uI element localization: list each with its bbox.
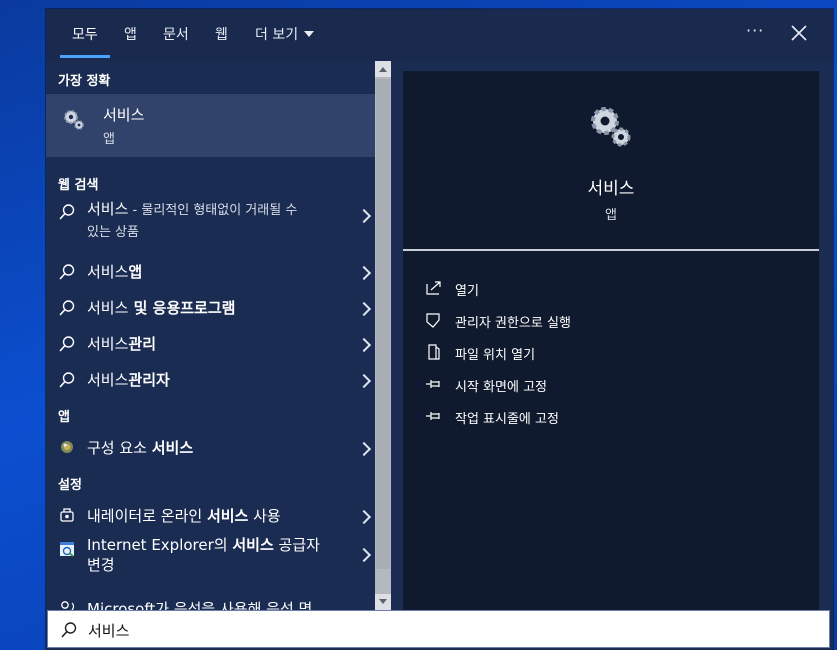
web-result-bold: 관리자 xyxy=(128,371,170,389)
web-result-item[interactable]: 서비스 - 물리적인 형태없이 거래될 수있는 상품 xyxy=(46,199,375,251)
search-input[interactable]: 서비스 xyxy=(88,620,129,641)
tab-more[interactable]: 더 보기 xyxy=(255,24,315,44)
best-match-item[interactable]: 서비스 앱 xyxy=(46,94,375,157)
shield-icon xyxy=(426,313,440,328)
web-result-text: 서비스관리 xyxy=(87,334,156,354)
preview-pane: 서비스 앱 열기 관리자 권한으로 실행 파일 위치 열기 시작 화면에 고정 … xyxy=(403,71,819,610)
chevron-right-icon[interactable] xyxy=(356,373,372,389)
action-label: 파일 위치 열기 xyxy=(455,348,536,363)
web-search-header: 웹 검색 xyxy=(58,178,99,193)
settings-result-post: 사용 xyxy=(248,507,281,525)
search-icon xyxy=(59,336,75,352)
search-icon xyxy=(59,264,75,280)
chevron-right-icon[interactable] xyxy=(356,265,372,281)
gears-icon xyxy=(591,107,631,147)
settings-result-pre: 내레이터로 온라인 xyxy=(87,507,207,525)
settings-result-text: Microsoft가 음성을 사용해 음성 명 xyxy=(87,599,312,610)
speech-icon xyxy=(61,601,75,610)
best-match-header: 가장 정확 xyxy=(58,74,111,89)
web-result-item[interactable]: 서비스앱 xyxy=(46,253,375,289)
preview-title: 서비스 xyxy=(587,179,635,199)
search-icon xyxy=(59,204,75,220)
settings-result-pre: Internet Explorer의 xyxy=(87,536,233,554)
pin-taskbar-icon xyxy=(426,412,440,420)
web-result-term: 서비스 xyxy=(87,200,129,218)
scroll-thumb[interactable] xyxy=(376,79,390,569)
web-result-text: 서비스 - 물리적인 형태없이 거래될 수있는 상품 xyxy=(87,199,297,243)
more-options-button[interactable]: ··· xyxy=(746,21,764,40)
apps-header: 앱 xyxy=(58,410,70,425)
web-result-text: 서비스앱 xyxy=(87,262,142,282)
web-result-text: 서비스관리자 xyxy=(87,370,170,390)
chevron-right-icon[interactable] xyxy=(356,301,372,317)
scroll-down-button[interactable] xyxy=(375,594,391,610)
web-result-suffix: - 물리적인 형태없이 거래될 수 xyxy=(128,203,298,218)
settings-result-item[interactable]: 내레이터로 온라인 서비스 사용 xyxy=(46,497,375,533)
app-result-bold: 서비스 xyxy=(151,439,194,457)
best-match-subtitle: 앱 xyxy=(103,132,115,147)
web-result-item[interactable]: 서비스 및 응용프로그램 xyxy=(46,289,375,325)
component-services-icon xyxy=(61,441,73,453)
close-icon[interactable] xyxy=(789,23,809,43)
web-result-bold: 앱 xyxy=(128,263,143,281)
search-icon xyxy=(61,622,77,638)
web-result-term: 서비스 xyxy=(87,263,129,281)
chevron-right-icon[interactable] xyxy=(356,547,372,563)
gears-icon xyxy=(64,110,84,130)
tab-web[interactable]: 웹 xyxy=(215,24,228,44)
app-result-item[interactable]: 구성 요소 서비스 xyxy=(46,429,375,465)
settings-result-bold: 서비스 xyxy=(232,536,274,554)
internet-options-icon xyxy=(60,542,74,557)
settings-result-post: 공급자 xyxy=(273,536,320,554)
web-result-term: 서비스 xyxy=(87,299,129,317)
best-match-title: 서비스 xyxy=(103,106,145,124)
chevron-right-icon[interactable] xyxy=(356,208,372,224)
action-label: 열기 xyxy=(455,284,479,299)
settings-result-item[interactable]: Internet Explorer의 서비스 공급자변경 xyxy=(46,535,375,579)
web-result-item[interactable]: 서비스관리자 xyxy=(46,361,375,397)
caret-down-icon xyxy=(304,31,315,37)
app-result-pre: 구성 요소 xyxy=(87,439,152,457)
narrator-icon xyxy=(60,508,74,522)
preview-divider xyxy=(403,249,819,251)
tab-apps[interactable]: 앱 xyxy=(124,24,137,44)
search-box[interactable]: 서비스 xyxy=(47,610,830,648)
search-icon xyxy=(59,372,75,388)
settings-result-item[interactable]: Microsoft가 음성을 사용해 음성 명 xyxy=(46,593,375,610)
results-list: 가장 정확 서비스 앱 웹 검색 서비스 - 물리적인 형태없이 거래될 수있는… xyxy=(46,61,375,610)
preview-subtitle: 앱 xyxy=(605,208,617,223)
web-result-term: 서비스 xyxy=(87,371,129,389)
chevron-right-icon[interactable] xyxy=(356,337,372,353)
action-label: 작업 표시줄에 고정 xyxy=(455,412,559,427)
web-result-item[interactable]: 서비스관리 xyxy=(46,325,375,361)
top-bar: 모두 앱 문서 웹 더 보기 ··· xyxy=(46,9,833,61)
pin-icon xyxy=(426,380,440,388)
web-result-bold: 및 응용프로그램 xyxy=(128,299,236,317)
open-icon xyxy=(426,281,441,295)
settings-header: 설정 xyxy=(58,478,82,493)
search-window: 모두 앱 문서 웹 더 보기 ··· 가장 정확 서비스 앱 웹 검색 서비스 … xyxy=(46,9,833,650)
settings-result-text: 내레이터로 온라인 서비스 사용 xyxy=(87,506,281,526)
tab-all[interactable]: 모두 xyxy=(72,24,98,44)
web-result-bold: 관리 xyxy=(128,335,157,353)
app-result-text: 구성 요소 서비스 xyxy=(87,438,193,458)
chevron-right-icon[interactable] xyxy=(356,441,372,457)
web-result-text: 서비스 및 응용프로그램 xyxy=(87,298,235,318)
action-label: 관리자 권한으로 실행 xyxy=(455,316,571,331)
web-result-term: 서비스 xyxy=(87,335,129,353)
settings-result-text: Internet Explorer의 서비스 공급자변경 xyxy=(87,535,320,575)
tab-documents[interactable]: 문서 xyxy=(163,24,189,44)
tab-more-label: 더 보기 xyxy=(255,27,299,43)
action-label: 시작 화면에 고정 xyxy=(455,380,547,395)
settings-result-bold: 서비스 xyxy=(206,507,249,525)
scroll-up-button[interactable] xyxy=(375,61,391,77)
settings-result-pre: Microsoft가 음성을 사용해 음성 명 xyxy=(87,600,313,610)
file-location-icon xyxy=(428,344,440,360)
web-result-suffix-line2: 있는 상품 xyxy=(87,225,139,240)
active-tab-indicator xyxy=(60,55,110,58)
search-icon xyxy=(59,300,75,316)
chevron-right-icon[interactable] xyxy=(356,509,372,525)
results-scrollbar[interactable] xyxy=(375,61,391,610)
settings-result-line2: 변경 xyxy=(87,556,115,574)
